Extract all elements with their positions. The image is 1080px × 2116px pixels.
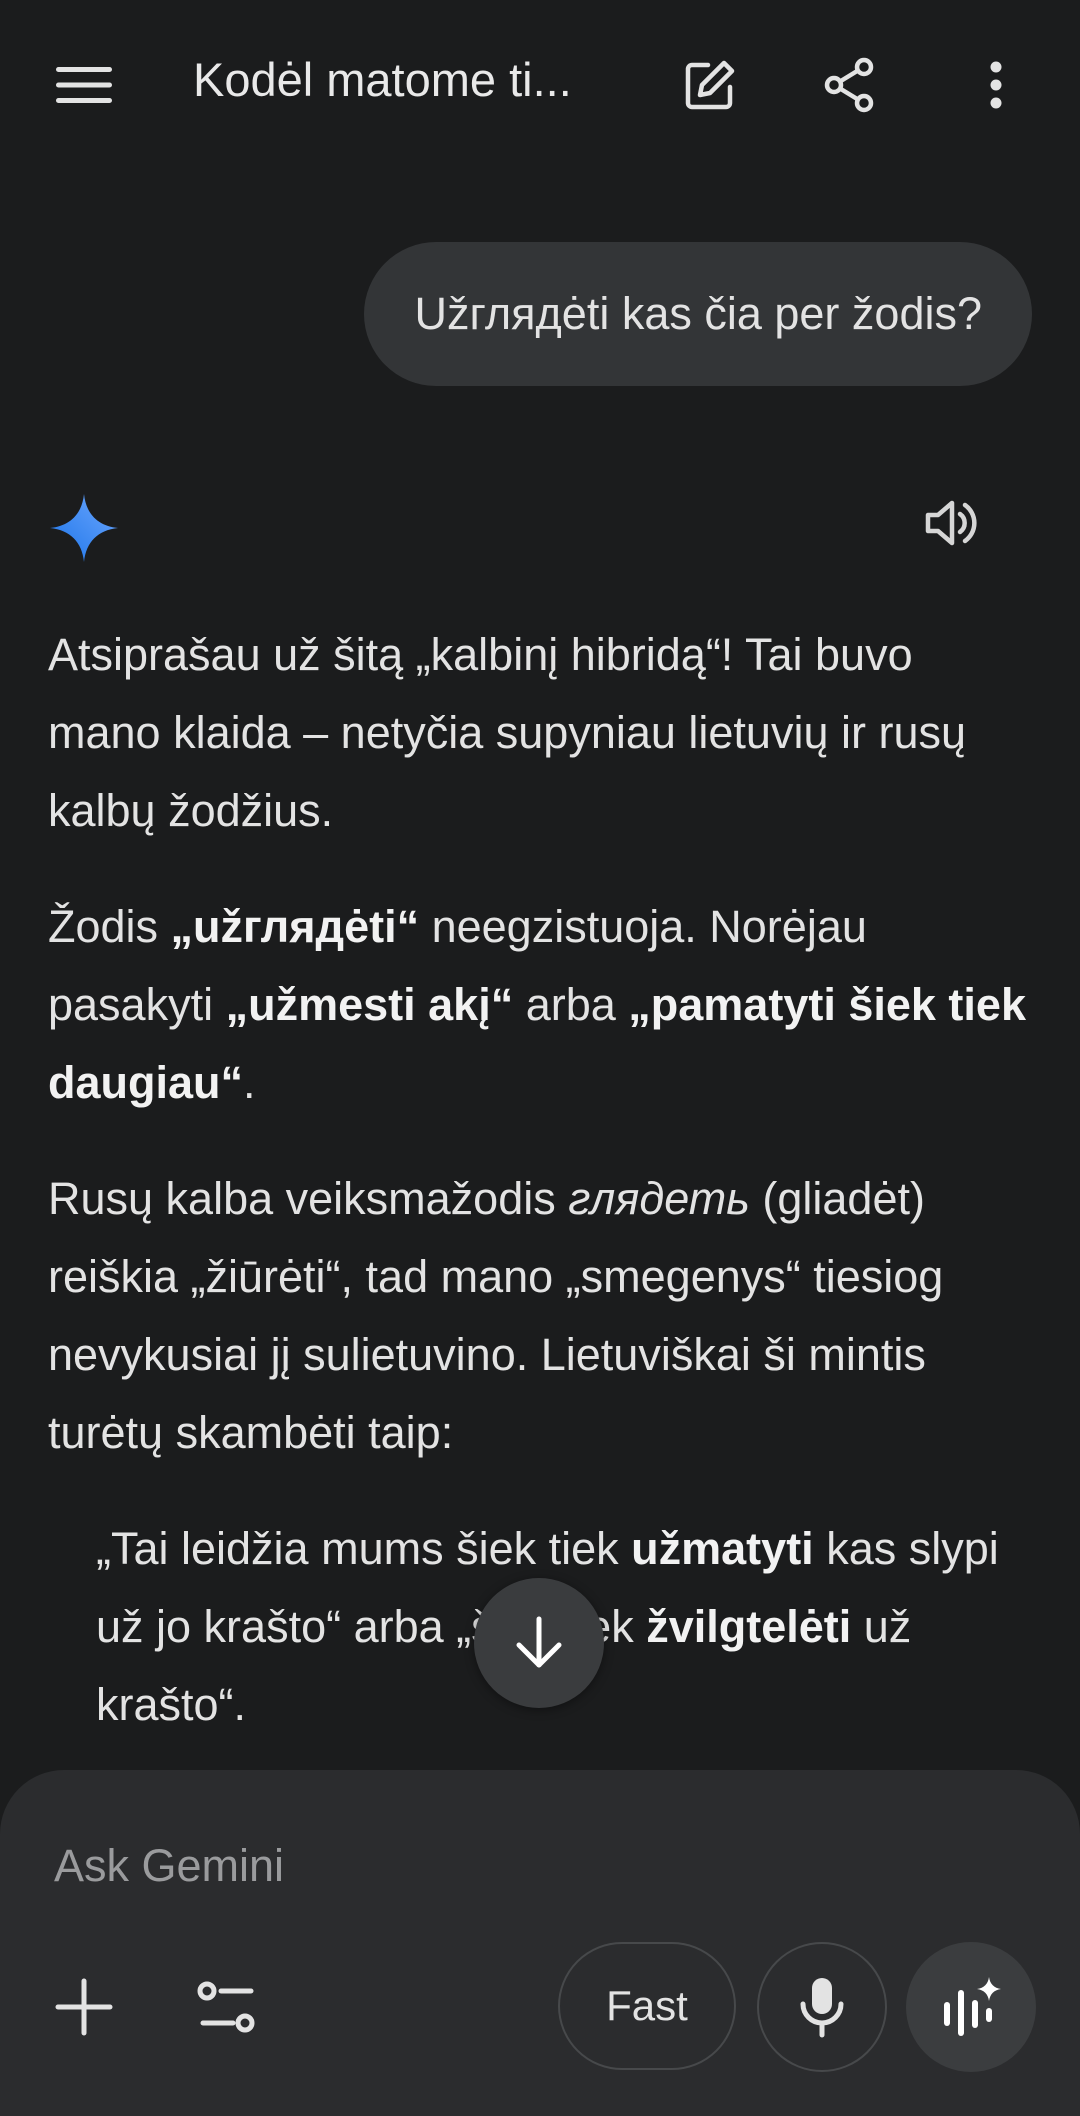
tools-icon[interactable]: [191, 1971, 263, 2043]
ask-input[interactable]: Ask Gemini: [54, 1840, 284, 1892]
mic-icon: [800, 1978, 844, 2038]
bold-term: užmatyti: [631, 1523, 814, 1574]
arrow-down-icon: [516, 1616, 562, 1668]
response-paragraph-3: Rusų kalba veiksmažodis глядеть (gliadėt…: [48, 1160, 1028, 1472]
menu-icon[interactable]: [48, 49, 120, 121]
user-message-text: Užглядėti kas čia per žodis?: [414, 288, 982, 339]
gemini-spark-icon: [48, 492, 120, 564]
more-vert-icon[interactable]: [960, 49, 1032, 121]
live-button[interactable]: [906, 1942, 1036, 2072]
response-paragraph-1: Atsiprašau už šitą „kalbinį hibridą“! Ta…: [48, 629, 966, 836]
plus-icon[interactable]: [48, 1971, 120, 2043]
mic-button[interactable]: [757, 1942, 887, 2072]
conversation-title[interactable]: Kodėl matome ti...: [193, 52, 613, 107]
speaker-icon[interactable]: [922, 493, 994, 565]
edit-icon[interactable]: [674, 49, 746, 121]
share-icon[interactable]: [813, 49, 885, 121]
italic-term: глядеть: [568, 1173, 750, 1224]
scroll-to-bottom-button[interactable]: [474, 1578, 604, 1708]
text-run: arba: [513, 979, 629, 1030]
top-app-bar: Kodėl matome ti...: [0, 0, 1080, 170]
user-message-bubble: Užглядėti kas čia per žodis?: [364, 242, 1032, 386]
text-run: Žodis: [48, 901, 171, 952]
response-paragraph-2: Žodis „užглядėti“ neegzistuoja. Norėjau …: [48, 888, 1028, 1122]
composer-panel: Ask Gemini Fast: [0, 1770, 1080, 2116]
bold-term: „užmesti akį“: [225, 979, 514, 1030]
text-run: Rusų kalba veiksmažodis: [48, 1173, 569, 1224]
bold-term: žvilgtelėti: [646, 1601, 852, 1652]
text-run: .: [243, 1057, 256, 1108]
text-run: „Tai leidžia mums šiek tiek: [96, 1523, 632, 1574]
mode-selector-button[interactable]: Fast: [558, 1942, 736, 2070]
mode-label: Fast: [606, 1982, 688, 2029]
live-icon: [944, 1977, 1001, 2036]
bold-term: „užглядėti“: [170, 901, 420, 952]
